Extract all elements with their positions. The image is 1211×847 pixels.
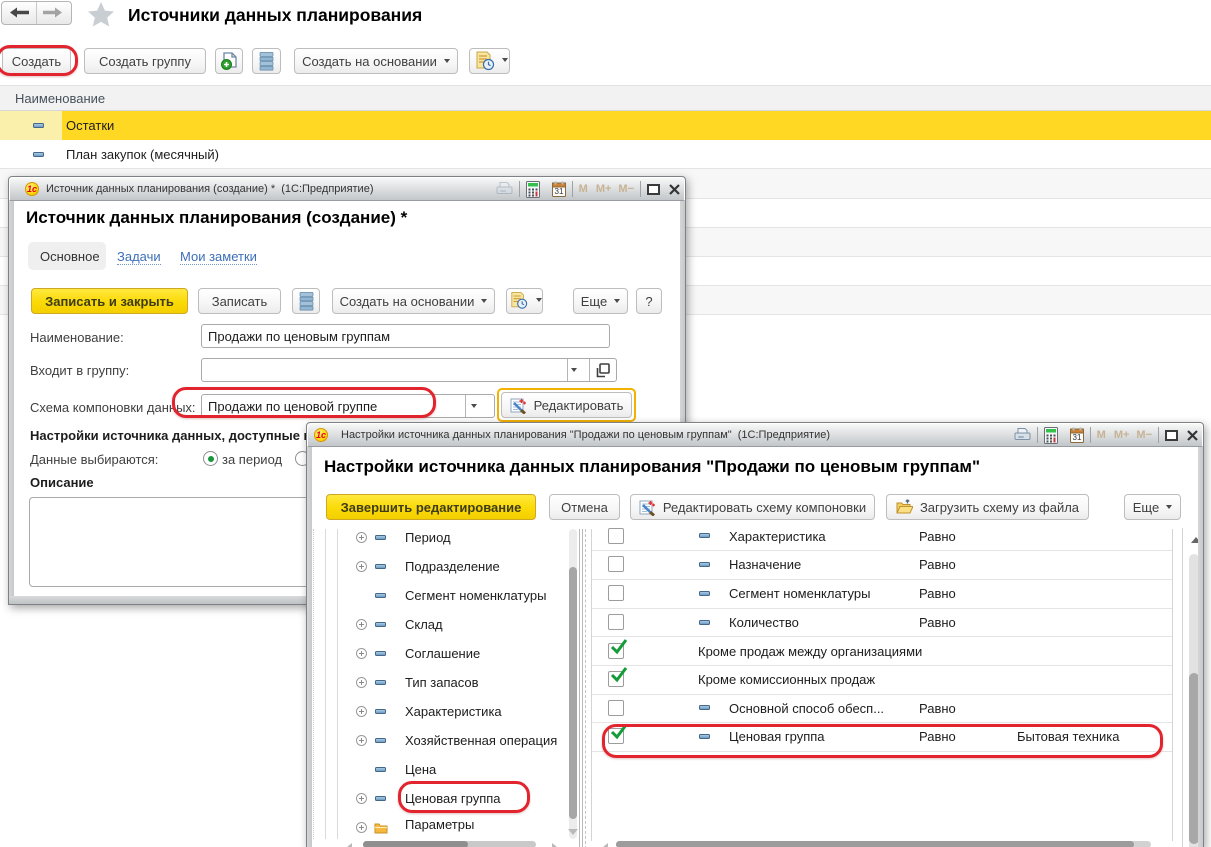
svg-text:31: 31 xyxy=(1072,433,1081,442)
svg-text:31: 31 xyxy=(554,187,563,196)
